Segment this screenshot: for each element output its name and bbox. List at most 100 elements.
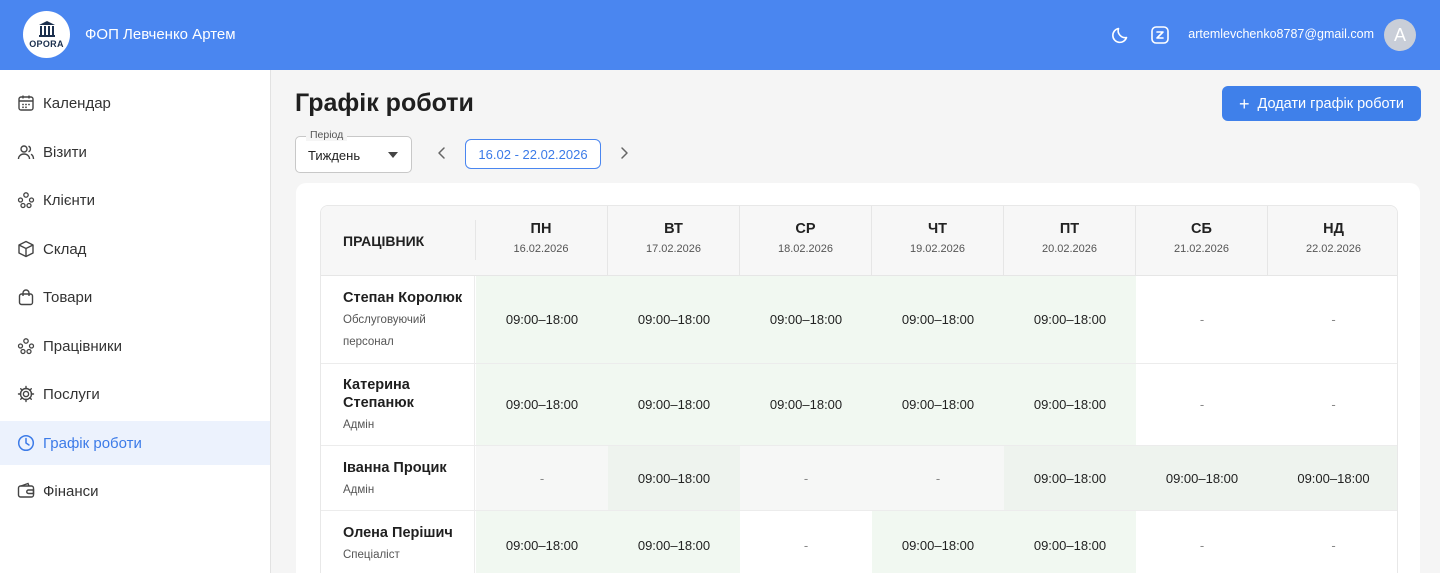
sidebar-item-clients[interactable]: Клієнти — [0, 178, 270, 222]
sidebar-item-warehouse[interactable]: Склад — [0, 227, 270, 271]
caret-down-icon — [388, 152, 398, 158]
wallet-icon — [16, 482, 35, 501]
page-title: Графік роботи — [295, 89, 474, 117]
schedule-cell[interactable]: 09:00–18:00 — [872, 511, 1004, 573]
day-name: ПН — [530, 221, 552, 237]
chevron-right-icon[interactable] — [617, 145, 631, 161]
period-value: Тиждень — [308, 148, 361, 163]
sidebar-item-label: Товари — [43, 288, 93, 306]
employee-name: Катерина Степанюк — [343, 377, 414, 411]
period-select[interactable]: Період Тиждень — [295, 129, 412, 173]
schedule-cell[interactable]: 09:00–18:00 — [476, 364, 608, 445]
schedule-cell[interactable]: - — [1136, 276, 1268, 363]
avatar[interactable]: A — [1384, 19, 1416, 51]
schedule-cell[interactable]: 09:00–18:00 — [740, 364, 872, 445]
day-header-thu: ЧТ 19.02.2026 — [871, 206, 1003, 276]
sidebar-item-finances[interactable]: Фінанси — [0, 469, 270, 513]
schedule-cell[interactable]: - — [1136, 364, 1268, 445]
sidebar-item-label: Графік роботи — [43, 434, 142, 452]
employee-name: Степан Королюк — [343, 290, 463, 306]
employee-cell[interactable]: Іванна Процик Адмін — [321, 446, 475, 510]
employee-role: Адмін — [343, 484, 375, 496]
schedule-cell[interactable]: 09:00–18:00 — [872, 364, 1004, 445]
sidebar-item-label: Фінанси — [43, 482, 99, 500]
day-header-wed: СР 18.02.2026 — [739, 206, 871, 276]
table-row: Степан Королюк Обслуговуючий персонал 09… — [321, 276, 1397, 364]
sidebar-item-schedule[interactable]: Графік роботи — [0, 421, 270, 465]
sidebar: Календар Візити Клієнти Склад Товари Пра… — [0, 70, 271, 573]
sidebar-item-services[interactable]: Послуги — [0, 372, 270, 416]
schedule-cell[interactable]: - — [1268, 276, 1397, 363]
employee-cell[interactable]: Степан Королюк Обслуговуючий персонал — [321, 276, 475, 363]
schedule-cell[interactable]: 09:00–18:00 — [476, 276, 608, 363]
day-name: ПТ — [1059, 221, 1080, 237]
table-row: Катерина Степанюк Адмін 09:00–18:00 09:0… — [321, 364, 1397, 446]
translate-icon[interactable] — [1149, 24, 1171, 46]
schedule-cell[interactable]: 09:00–18:00 — [608, 446, 740, 510]
schedule-cell[interactable]: 09:00–18:00 — [1004, 364, 1136, 445]
day-date: 16.02.2026 — [513, 243, 569, 255]
schedule-cell[interactable]: - — [1268, 364, 1397, 445]
schedule-cell[interactable]: - — [740, 446, 872, 510]
day-name: СР — [795, 221, 816, 237]
employee-name: Олена Перішич — [343, 525, 453, 541]
table-header: ПРАЦІВНИК ПН 16.02.2026 ВТ 17.02.2026 СР… — [321, 206, 1397, 276]
team-icon — [16, 337, 35, 356]
day-name: СБ — [1191, 221, 1212, 237]
day-header-sun: НД 22.02.2026 — [1267, 206, 1397, 276]
schedule-cell[interactable]: - — [740, 511, 872, 573]
schedule-cell[interactable]: 09:00–18:00 — [740, 276, 872, 363]
company-name: ФОП Левченко Артем — [85, 26, 236, 43]
chevron-left-icon[interactable] — [435, 145, 449, 161]
employee-cell[interactable]: Катерина Степанюк Адмін — [321, 364, 475, 445]
employee-name: Іванна Процик — [343, 460, 447, 476]
employee-cell[interactable]: Олена Перішич Спеціаліст — [321, 511, 475, 573]
schedule-cell[interactable]: 09:00–18:00 — [1268, 446, 1397, 510]
user-email[interactable]: artemlevchenko8787@gmail.com — [1188, 27, 1374, 41]
day-date: 20.02.2026 — [1041, 243, 1098, 255]
schedule-cell[interactable]: 09:00–18:00 — [1004, 276, 1136, 363]
sidebar-item-products[interactable]: Товари — [0, 275, 270, 319]
day-name: НД — [1323, 221, 1344, 237]
sidebar-item-label: Клієнти — [43, 191, 96, 209]
schedule-cell[interactable]: - — [872, 446, 1004, 510]
add-schedule-button[interactable]: + Додати графік роботи — [1222, 86, 1421, 121]
sidebar-item-employees[interactable]: Працівники — [0, 324, 270, 368]
schedule-cell[interactable]: - — [1268, 511, 1397, 573]
day-header-mon: ПН 16.02.2026 — [475, 206, 607, 276]
schedule-cell[interactable]: - — [1136, 511, 1268, 573]
schedule-cell[interactable]: 09:00–18:00 — [476, 511, 608, 573]
date-range-button[interactable]: 16.02 - 22.02.2026 — [465, 139, 601, 169]
schedule-table: ПРАЦІВНИК ПН 16.02.2026 ВТ 17.02.2026 СР… — [320, 205, 1398, 573]
schedule-cell[interactable]: 09:00–18:00 — [1004, 511, 1136, 573]
day-date: 21.02.2026 — [1173, 243, 1230, 255]
day-header-sat: СБ 21.02.2026 — [1135, 206, 1267, 276]
sidebar-item-visits[interactable]: Візити — [0, 130, 270, 174]
day-date: 18.02.2026 — [777, 243, 834, 255]
employee-role: Обслуговуючий персонал — [343, 314, 426, 348]
schedule-cell[interactable]: 09:00–18:00 — [1004, 446, 1136, 510]
sidebar-item-label: Календар — [43, 94, 111, 112]
sidebar-item-label: Склад — [43, 240, 87, 258]
period-label: Період — [306, 129, 348, 141]
schedule-cell[interactable]: 09:00–18:00 — [608, 511, 740, 573]
clock-icon — [16, 434, 35, 453]
day-header-fri: ПТ 20.02.2026 — [1003, 206, 1135, 276]
day-date: 17.02.2026 — [645, 243, 702, 255]
schedule-cell[interactable]: - — [476, 446, 608, 510]
gear-icon — [16, 385, 35, 404]
sidebar-item-calendar[interactable]: Календар — [0, 81, 270, 125]
table-row: Іванна Процик Адмін - 09:00–18:00 - - 09… — [321, 446, 1397, 511]
day-name: ЧТ — [927, 221, 948, 237]
schedule-cell[interactable]: 09:00–18:00 — [608, 364, 740, 445]
sidebar-item-label: Працівники — [43, 337, 122, 355]
company-logo[interactable]: OPORA — [23, 11, 70, 58]
moon-icon[interactable] — [1110, 24, 1132, 46]
box-icon — [16, 240, 35, 259]
employee-role: Спеціаліст — [343, 549, 400, 561]
bag-icon — [16, 288, 35, 307]
columns-icon — [38, 21, 55, 37]
schedule-cell[interactable]: 09:00–18:00 — [1136, 446, 1268, 510]
schedule-cell[interactable]: 09:00–18:00 — [608, 276, 740, 363]
schedule-cell[interactable]: 09:00–18:00 — [872, 276, 1004, 363]
